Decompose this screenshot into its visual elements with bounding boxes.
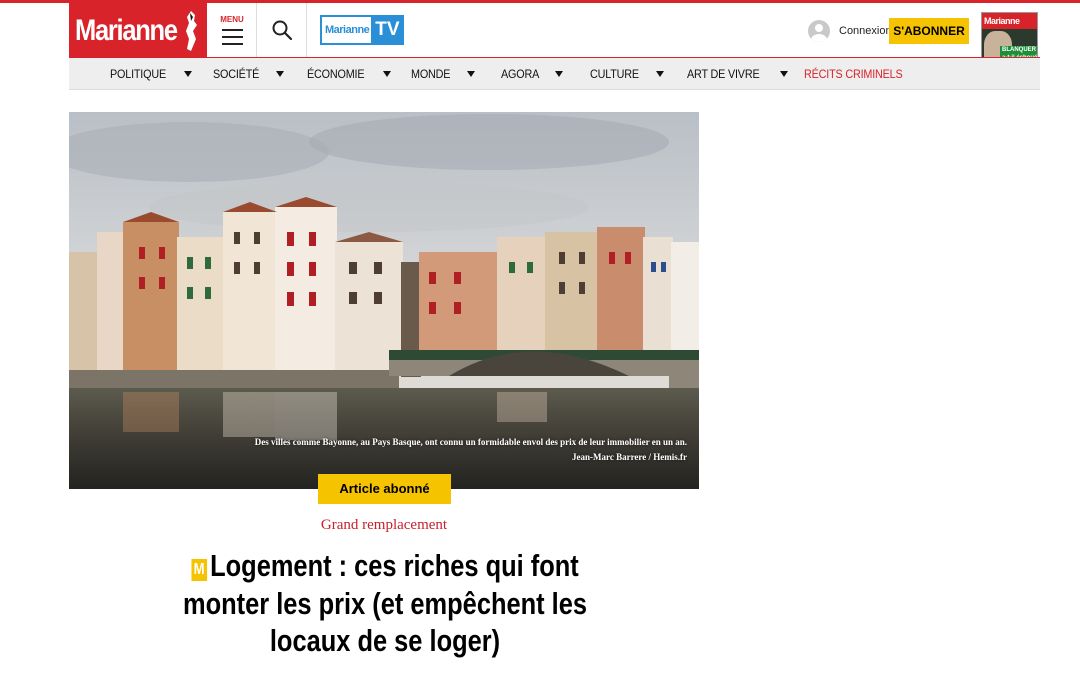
nav-item-culture[interactable]: CULTURE (590, 58, 665, 90)
chevron-down-icon (555, 71, 564, 77)
subscribe-button[interactable]: S'ABONNER (889, 18, 969, 44)
image-caption: Des villes comme Bayonne, au Pays Basque… (254, 437, 687, 447)
bayonne-riverside-photo (69, 112, 699, 489)
marianne-logo[interactable]: Marianne (69, 3, 207, 58)
chevron-down-icon (276, 71, 285, 77)
search-button[interactable] (258, 3, 307, 58)
nav-item-economie[interactable]: ÉCONOMIE (307, 58, 391, 90)
user-avatar-icon (808, 20, 830, 42)
site-header: Marianne MENU Marianne TV Connexion S'AB… (69, 3, 1040, 87)
premium-m-icon: M (191, 559, 207, 581)
chevron-down-icon (184, 71, 193, 77)
nav-label: ÉCONOMIE (307, 67, 365, 81)
nav-label: SOCIÉTÉ (213, 67, 260, 81)
image-caption-block: Des villes comme Bayonne, au Pays Basque… (255, 435, 687, 465)
main-navigation: POLITIQUE SOCIÉTÉ ÉCONOMIE MONDE AGORA C… (69, 58, 1040, 90)
article-title: M Logement : ces riches qui font monter l… (150, 547, 620, 660)
subscriber-article-badge: Article abonné (318, 474, 451, 504)
connexion-label: Connexion (839, 25, 892, 37)
article-hero-image: Des villes comme Bayonne, au Pays Basque… (69, 112, 699, 489)
nav-item-societe[interactable]: SOCIÉTÉ (213, 58, 285, 90)
nav-item-art-de-vivre[interactable]: ART DE VIVRE (687, 58, 788, 90)
menu-label: MENU (220, 15, 244, 24)
article-title-text: Logement : ces riches qui font monter le… (182, 548, 588, 658)
nav-item-recits-criminels[interactable]: RÉCITS CRIMINELS (804, 58, 913, 90)
tv-logo-left: Marianne (325, 24, 370, 36)
search-icon (272, 20, 293, 41)
magazine-masthead: Marianne (982, 13, 1037, 29)
marianne-figure-icon (186, 11, 197, 51)
article-section-link[interactable]: Grand remplacement (69, 517, 699, 534)
nav-label: MONDE (411, 67, 451, 81)
menu-button[interactable]: MENU (208, 3, 257, 58)
chevron-down-icon (779, 71, 788, 77)
chevron-down-icon (656, 71, 665, 77)
tv-logo-right: TV (371, 17, 404, 43)
chevron-down-icon (382, 71, 391, 77)
marianne-tv-link[interactable]: Marianne TV (320, 15, 404, 45)
nav-item-agora[interactable]: AGORA (501, 58, 564, 90)
nav-label: POLITIQUE (110, 67, 166, 81)
nav-item-politique[interactable]: POLITIQUE (110, 58, 193, 90)
nav-label: AGORA (501, 67, 540, 81)
connexion-link[interactable]: Connexion (808, 18, 892, 44)
image-credit: Jean-Marc Barrere / Hemis.fr (572, 452, 687, 462)
nav-label: ART DE VIVRE (687, 67, 760, 81)
logo-text: Marianne (75, 14, 178, 47)
nav-item-monde[interactable]: MONDE (411, 58, 475, 90)
chevron-down-icon (466, 71, 475, 77)
hamburger-icon (222, 29, 243, 46)
nav-label: CULTURE (590, 67, 639, 81)
nav-label: RÉCITS CRIMINELS (804, 67, 903, 81)
